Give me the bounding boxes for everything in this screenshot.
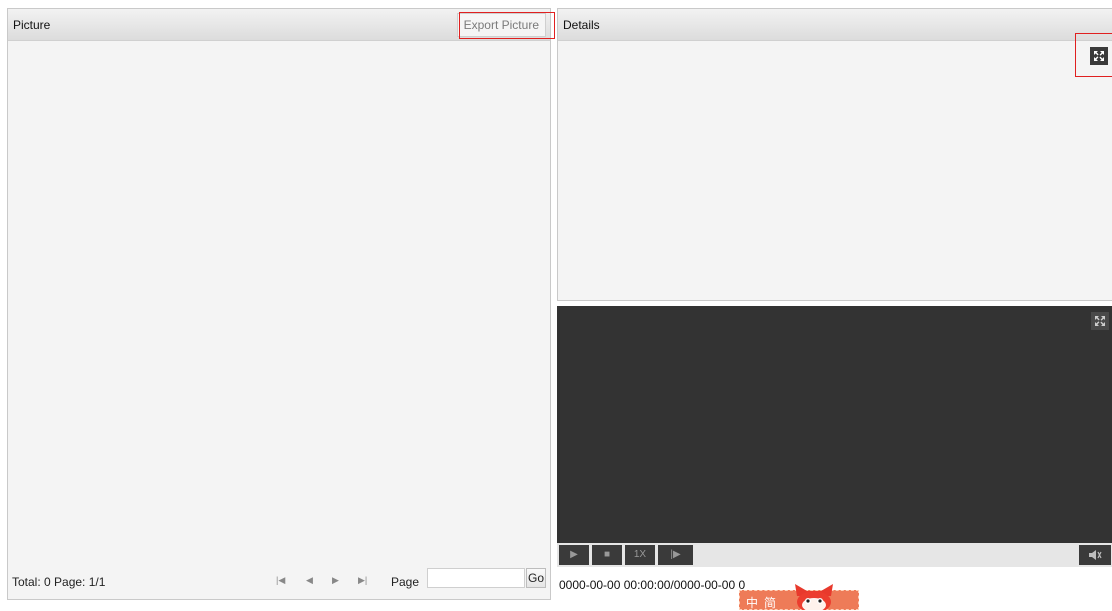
next-page-button[interactable]: ▶ — [332, 575, 339, 586]
page-number-input[interactable] — [427, 568, 525, 588]
first-page-button[interactable]: |◀ — [276, 575, 285, 586]
video-player[interactable] — [557, 306, 1112, 544]
volume-icon[interactable] — [1079, 545, 1111, 565]
playback-control-bar: ▶ ■ 1X |▶ — [557, 543, 1112, 567]
frame-step-button[interactable]: |▶ — [658, 545, 693, 565]
details-panel-header: Details — [558, 9, 1112, 41]
picture-panel-header: Picture Export Picture — [8, 9, 550, 41]
picture-panel: Picture Export Picture Total: 0 Page: 1/… — [7, 8, 551, 600]
pagination-bar: Total: 0 Page: 1/1 |◀ ◀ ▶ ▶| Page Go — [8, 565, 550, 599]
go-button[interactable]: Go — [526, 568, 546, 588]
ime-mascot-label: 中简 — [746, 596, 783, 610]
stop-button[interactable]: ■ — [592, 545, 622, 565]
page-label: Page — [391, 575, 420, 589]
video-fullscreen-icon[interactable] — [1091, 312, 1109, 330]
export-picture-button[interactable]: Export Picture — [456, 13, 546, 37]
speed-button[interactable]: 1X — [625, 545, 655, 565]
prev-page-button[interactable]: ◀ — [306, 575, 313, 586]
fox-mascot-icon — [795, 584, 833, 610]
play-button[interactable]: ▶ — [559, 545, 589, 565]
playback-time: 0000-00-00 00:00:00/0000-00-00 0 — [559, 578, 746, 592]
pagination-summary: Total: 0 Page: 1/1 — [12, 575, 106, 589]
details-panel: Details — [557, 8, 1112, 301]
picture-list-area — [8, 41, 550, 565]
picture-panel-title: Picture — [13, 18, 51, 32]
ime-mascot-widget[interactable]: 中简 — [739, 584, 861, 610]
details-panel-title: Details — [563, 18, 600, 32]
fullscreen-icon[interactable] — [1090, 47, 1108, 65]
last-page-button[interactable]: ▶| — [358, 575, 367, 586]
